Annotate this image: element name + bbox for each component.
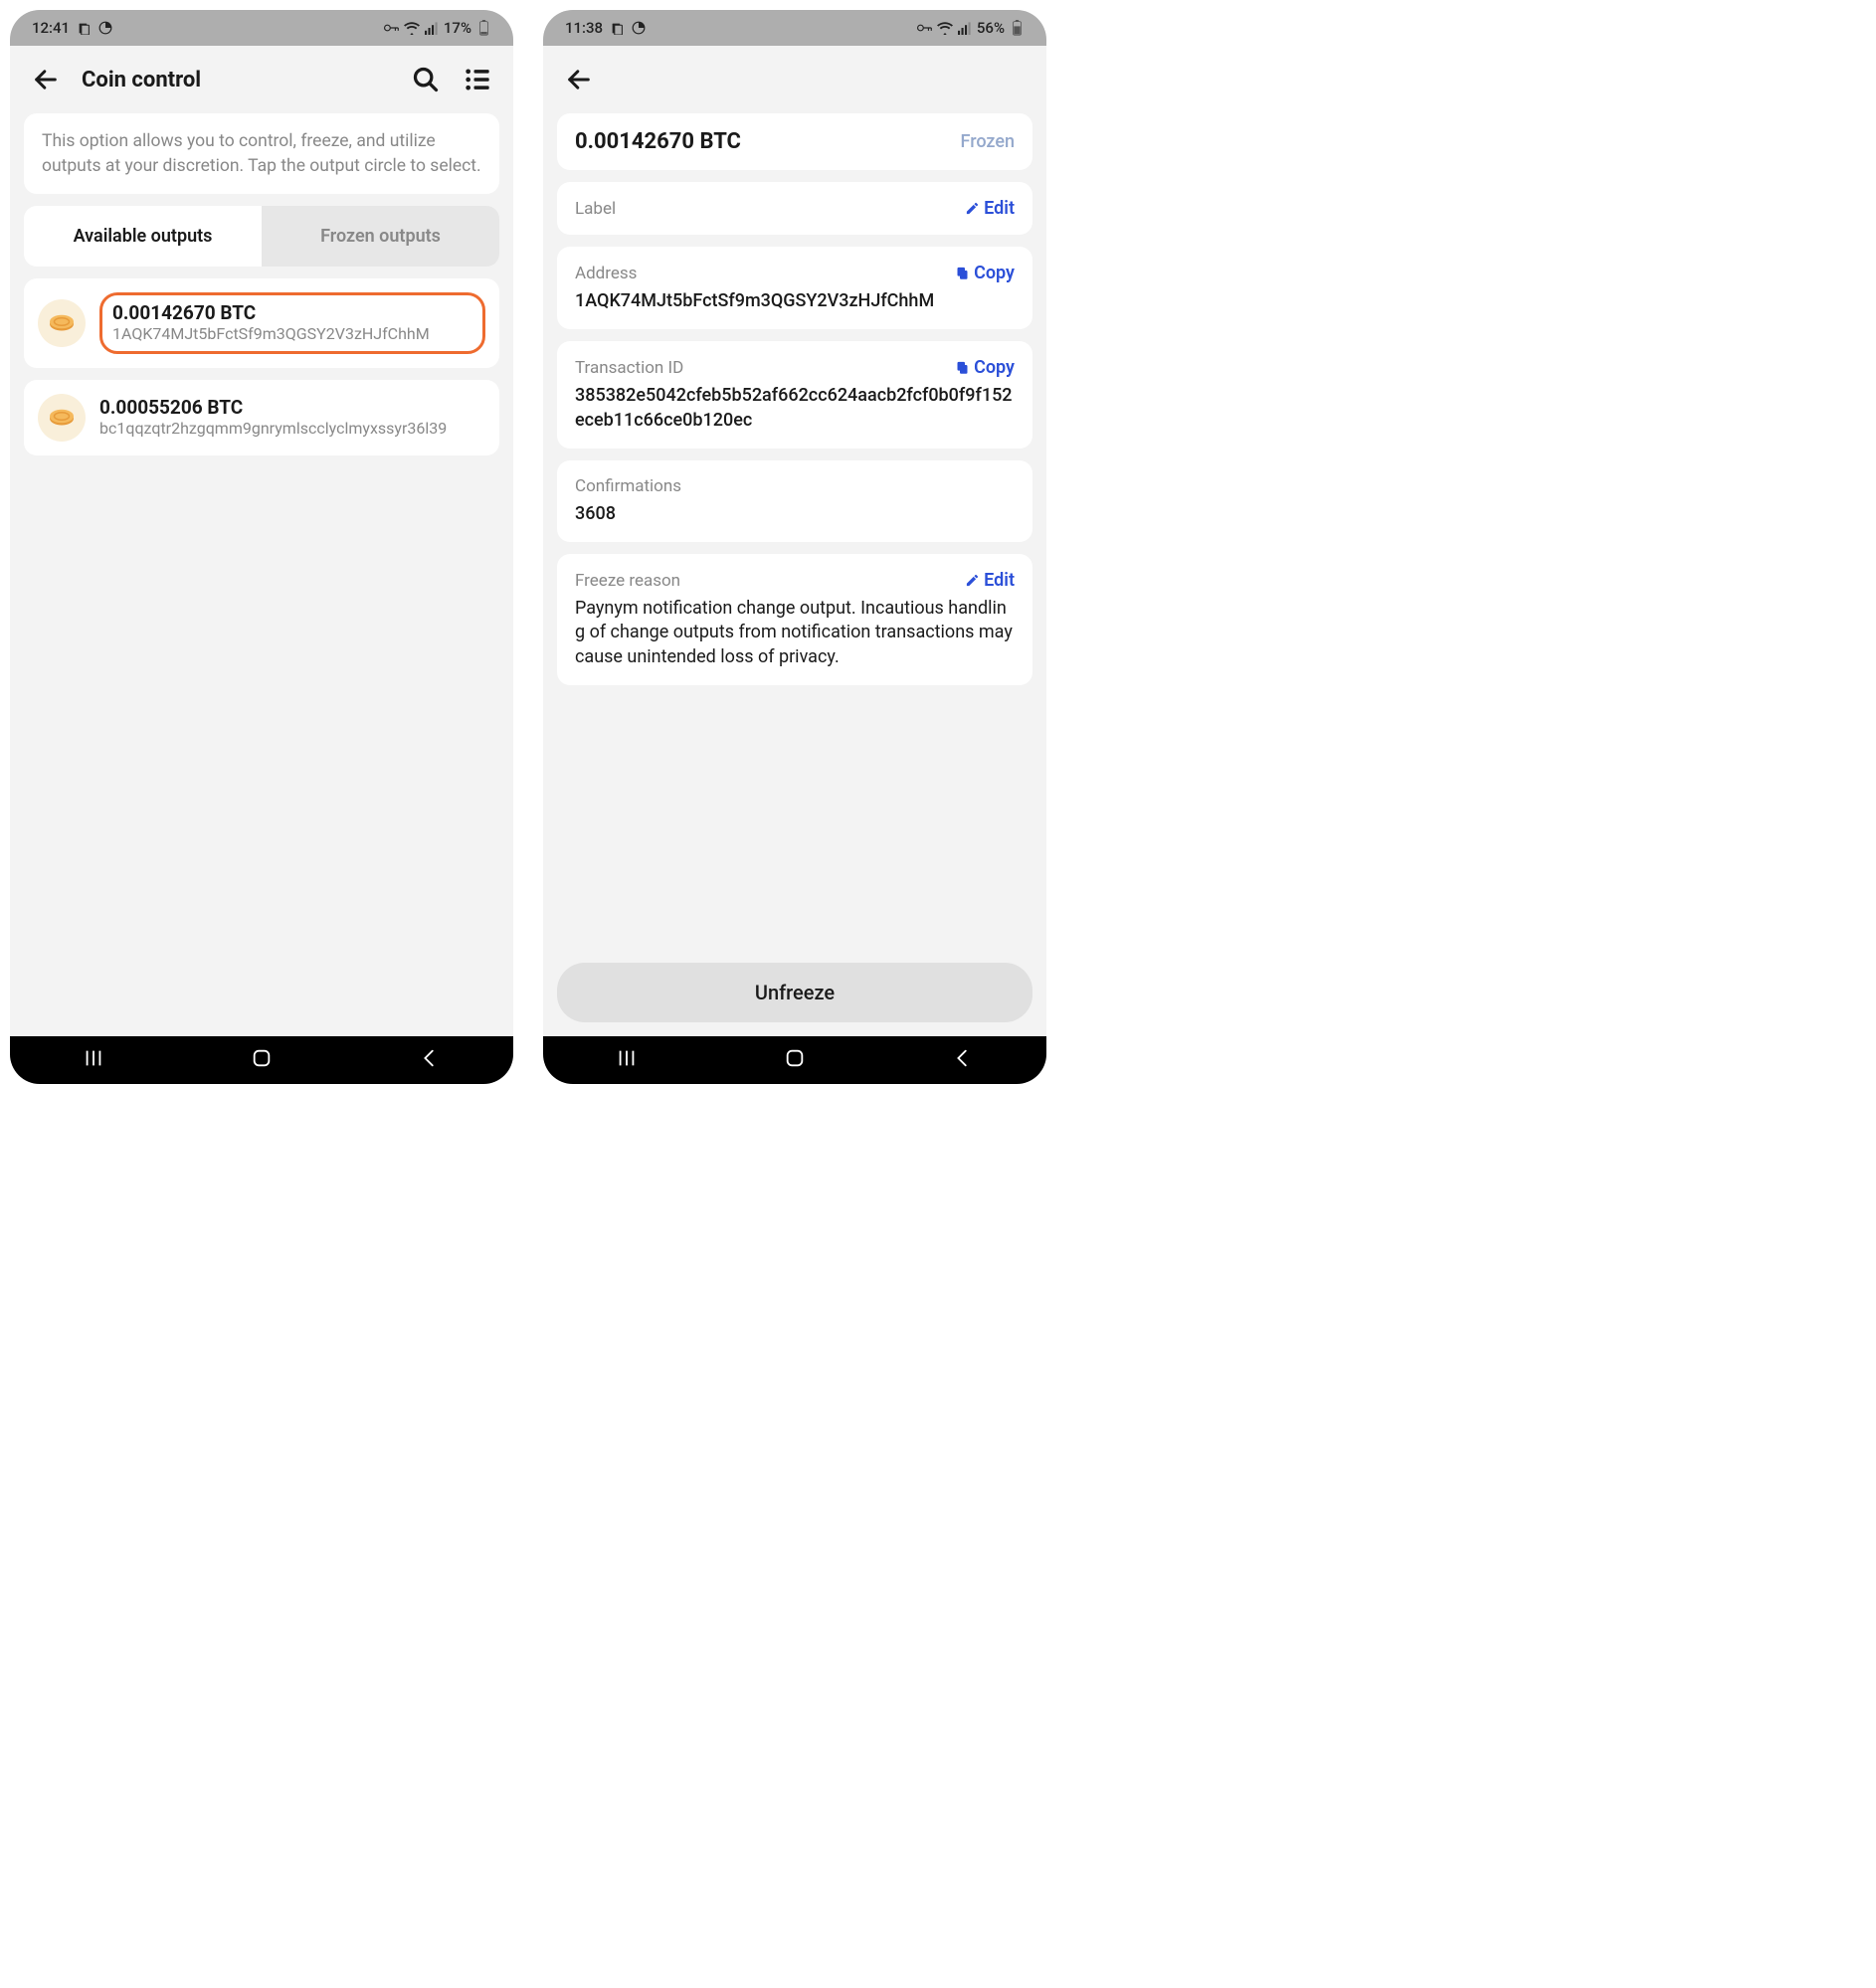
utxo-amount: 0.00142670 BTC — [112, 301, 472, 324]
confirmations-value: 3608 — [575, 502, 1015, 526]
nav-home[interactable] — [251, 1047, 273, 1073]
battery-icon — [1009, 20, 1025, 36]
android-nav-bar — [10, 1036, 513, 1084]
label-card: Label Edit — [557, 182, 1032, 235]
utxo-row[interactable]: 0.00142670 BTC 1AQK74MJt5bFctSf9m3QGSY2V… — [24, 278, 499, 368]
back-button[interactable] — [30, 64, 62, 95]
freeze-reason-title: Freeze reason — [575, 571, 680, 591]
address-value: 1AQK74MJt5bFctSf9m3QGSY2V3zHJfChhM — [575, 289, 1015, 313]
battery-icon — [475, 20, 491, 36]
page-title: Coin control — [82, 68, 390, 92]
freeze-reason-value: Paynym notification change output. Incau… — [575, 597, 1015, 669]
utxo-highlight: 0.00142670 BTC 1AQK74MJt5bFctSf9m3QGSY2V… — [99, 292, 485, 354]
back-button[interactable] — [563, 64, 595, 95]
status-icon-1 — [76, 20, 92, 36]
nav-recent[interactable] — [83, 1047, 104, 1073]
utxo-address: 1AQK74MJt5bFctSf9m3QGSY2V3zHJfChhM — [112, 324, 472, 345]
txid-value: 385382e5042cfeb5b52af662cc624aacb2fcf0b0… — [575, 384, 1015, 433]
nav-back[interactable] — [419, 1047, 441, 1073]
nav-recent[interactable] — [616, 1047, 638, 1073]
utxo-body: 0.00055206 BTC bc1qqzqtr2hzgqmm9gnrymlsc… — [99, 396, 485, 440]
coin-icon[interactable] — [38, 394, 86, 442]
txid-card: Transaction ID Copy 385382e5042cfeb5b52a… — [557, 341, 1032, 449]
info-text: This option allows you to control, freez… — [42, 129, 481, 178]
confirmations-card: Confirmations 3608 — [557, 460, 1032, 542]
phone-output-detail: 11:38 56% 0.00142670 BTC Frozen Label — [543, 10, 1046, 1084]
nav-home[interactable] — [784, 1047, 806, 1073]
amount-card: 0.00142670 BTC Frozen — [557, 113, 1032, 170]
freeze-reason-card: Freeze reason Edit Paynym notification c… — [557, 554, 1032, 685]
txid-copy-button[interactable]: Copy — [955, 357, 1015, 378]
signal-icon — [957, 20, 973, 36]
info-card: This option allows you to control, freez… — [24, 113, 499, 194]
status-icon-2 — [97, 20, 113, 36]
status-time: 11:38 — [565, 19, 603, 37]
freeze-reason-edit-button[interactable]: Edit — [965, 570, 1015, 591]
android-nav-bar — [543, 1036, 1046, 1084]
address-copy-button[interactable]: Copy — [955, 263, 1015, 283]
list-button[interactable] — [462, 64, 493, 95]
unfreeze-button[interactable]: Unfreeze — [557, 963, 1032, 1022]
utxo-row[interactable]: 0.00055206 BTC bc1qqzqtr2hzgqmm9gnrymlsc… — [24, 380, 499, 455]
status-icon-1 — [609, 20, 625, 36]
address-title: Address — [575, 264, 637, 283]
output-tabs: Available outputs Frozen outputs — [24, 206, 499, 267]
detail-amount: 0.00142670 BTC — [575, 129, 741, 154]
txid-title: Transaction ID — [575, 358, 683, 378]
confirmations-title: Confirmations — [575, 476, 1015, 496]
utxo-amount: 0.00055206 BTC — [99, 396, 485, 419]
vpn-icon — [384, 20, 400, 36]
status-time: 12:41 — [32, 19, 70, 37]
utxo-address: bc1qqzqtr2hzgqmm9gnrymlscclyclmyxssyr36l… — [99, 419, 485, 440]
search-button[interactable] — [410, 64, 442, 95]
frozen-badge: Frozen — [961, 131, 1015, 152]
wifi-icon — [937, 20, 953, 36]
app-header: Coin control — [10, 46, 513, 113]
wifi-icon — [404, 20, 420, 36]
status-bar: 11:38 56% — [543, 10, 1046, 46]
vpn-icon — [917, 20, 933, 36]
nav-back[interactable] — [952, 1047, 974, 1073]
signal-icon — [424, 20, 440, 36]
phone-coin-control: 12:41 17% Coin control This option allow… — [10, 10, 513, 1084]
status-icon-2 — [631, 20, 647, 36]
tab-frozen[interactable]: Frozen outputs — [262, 206, 499, 267]
label-title: Label — [575, 199, 616, 219]
label-edit-button[interactable]: Edit — [965, 198, 1015, 219]
tab-available[interactable]: Available outputs — [24, 206, 262, 267]
app-header — [543, 46, 1046, 113]
battery-percent: 17% — [444, 19, 471, 37]
battery-percent: 56% — [977, 19, 1005, 37]
address-card: Address Copy 1AQK74MJt5bFctSf9m3QGSY2V3z… — [557, 247, 1032, 329]
status-bar: 12:41 17% — [10, 10, 513, 46]
coin-icon[interactable] — [38, 299, 86, 347]
